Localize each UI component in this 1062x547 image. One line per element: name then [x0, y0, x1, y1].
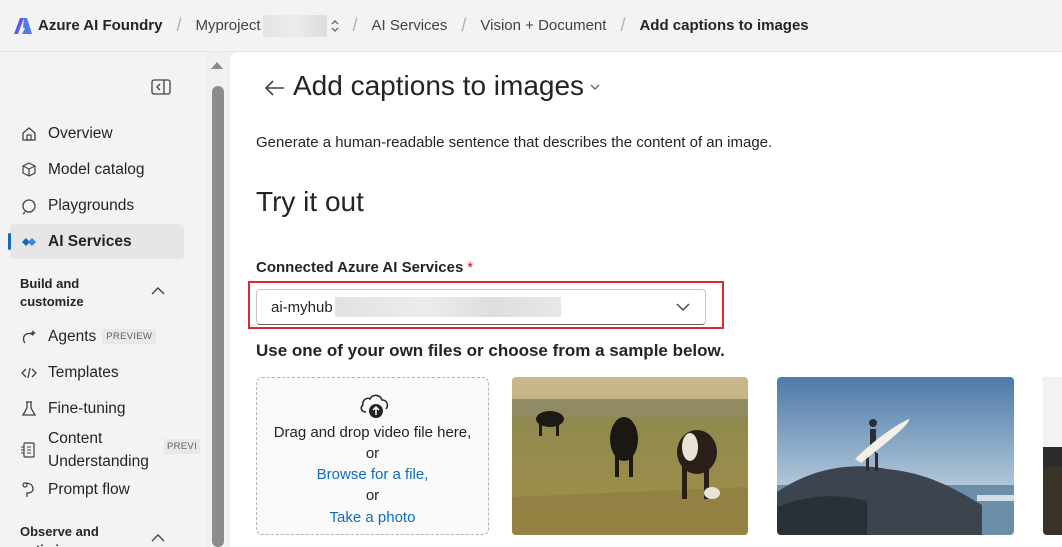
sidebar-item-label: Agents [48, 327, 97, 345]
main-panel: Add captions to images Generate a human-… [230, 52, 1062, 547]
take-photo-link[interactable]: Take a photo [330, 509, 416, 526]
breadcrumb-separator: / [176, 15, 182, 35]
preview-badge: PREVIEW [102, 329, 157, 344]
browse-link-wrap: Browse for a file, [257, 465, 488, 485]
sidebar-item-overview[interactable]: Overview [10, 116, 184, 151]
sample-image-surfer[interactable] [777, 377, 1014, 535]
breadcrumb-separator: / [352, 15, 358, 35]
preview-badge: PREVI [164, 439, 201, 454]
sidebar-item-prompt-flow[interactable]: Prompt flow [10, 472, 184, 507]
redacted-text [262, 14, 327, 37]
connected-services-label: Connected Azure AI Services * [256, 259, 473, 276]
files-instruction: Use one of your own files or choose from… [256, 341, 725, 360]
sidebar-item-label: Model catalog [48, 160, 145, 178]
file-dropzone[interactable]: Drag and drop video file here, or Browse… [256, 377, 489, 535]
partial-image [1043, 377, 1062, 535]
cube-icon [22, 161, 36, 177]
sidebar-item-content-understanding[interactable]: Content Understanding PREVI [10, 427, 201, 473]
breadcrumb-vision-document[interactable]: Vision + Document [480, 17, 606, 34]
beaker-icon [21, 400, 37, 416]
playground-icon [22, 198, 36, 214]
sidebar-item-label: Prompt flow [48, 480, 130, 498]
flow-icon [22, 481, 34, 497]
sample-image-cows[interactable] [512, 377, 748, 535]
surfer-image [777, 377, 1014, 535]
sidebar-item-label: AI Services [48, 232, 132, 250]
sidebar-item-label: Overview [48, 124, 113, 142]
brand[interactable]: Azure AI Foundry [0, 0, 162, 51]
section-title-try-it-out: Try it out [256, 186, 364, 217]
required-marker: * [467, 259, 474, 276]
sidebar-item-label: Content Understanding [48, 430, 149, 470]
connected-services-select[interactable]: ai-myhub [256, 289, 706, 325]
brand-name: Azure AI Foundry [38, 17, 163, 34]
redacted-text [334, 297, 561, 317]
page-description: Generate a human-readable sentence that … [256, 134, 773, 151]
azure-ai-foundry-logo-icon [14, 17, 32, 34]
cows-image [512, 377, 748, 535]
top-bar: Azure AI Foundry / Myproject / AI Servic… [0, 0, 1062, 52]
photo-link-wrap: Take a photo [257, 508, 488, 528]
ai-services-icon [22, 237, 36, 246]
browse-file-link[interactable]: Browse for a file, [317, 466, 429, 483]
breadcrumb-project[interactable]: Myproject [195, 14, 338, 37]
connected-services-label-text: Connected Azure AI Services [256, 259, 464, 276]
sidebar-item-agents[interactable]: Agents PREVIEW [10, 319, 184, 354]
dropzone-text: Drag and drop video file here, [273, 424, 472, 441]
cloud-upload-icon [360, 394, 389, 418]
sidebar-item-model-catalog[interactable]: Model catalog [10, 152, 184, 187]
sidebar-item-label: Playgrounds [48, 196, 135, 214]
breadcrumb-project-label: Myproject [195, 17, 261, 34]
sidebar-item-label: Fine-tuning [48, 399, 126, 417]
sidebar-item-templates[interactable]: Templates [10, 355, 184, 390]
sample-image-partial[interactable] [1043, 377, 1062, 535]
back-arrow-icon[interactable] [262, 78, 286, 98]
chevron-updown-icon [331, 19, 338, 32]
breadcrumb-separator: / [620, 15, 626, 35]
scroll-up-arrow-icon[interactable] [211, 62, 223, 69]
breadcrumb-ai-services[interactable]: AI Services [372, 17, 448, 34]
scrollbar-thumb[interactable] [212, 86, 224, 547]
agents-icon [22, 329, 36, 343]
home-icon [22, 126, 36, 141]
content-understanding-icon [21, 442, 35, 458]
select-value: ai-myhub [271, 298, 333, 316]
breadcrumb-current: Add captions to images [639, 17, 809, 34]
chevron-down-icon[interactable] [589, 83, 601, 91]
sidebar-item-playgrounds[interactable]: Playgrounds [10, 188, 184, 223]
page-title: Add captions to images [293, 70, 585, 101]
sidebar: Overview Model catalog Playgrounds AI Se… [0, 52, 206, 547]
breadcrumb-separator: / [461, 15, 467, 35]
chevron-up-icon[interactable] [150, 286, 166, 296]
dropzone-or: or [365, 487, 380, 504]
chevron-up-icon[interactable] [150, 533, 166, 543]
dropzone-or: or [365, 445, 380, 462]
sidebar-item-label: Templates [48, 363, 119, 381]
chevron-down-icon [676, 303, 690, 311]
code-icon [21, 367, 37, 378]
collapse-sidebar-icon[interactable] [151, 78, 171, 96]
sidebar-item-ai-services[interactable]: AI Services [8, 224, 184, 259]
sidebar-item-fine-tuning[interactable]: Fine-tuning [10, 391, 184, 426]
